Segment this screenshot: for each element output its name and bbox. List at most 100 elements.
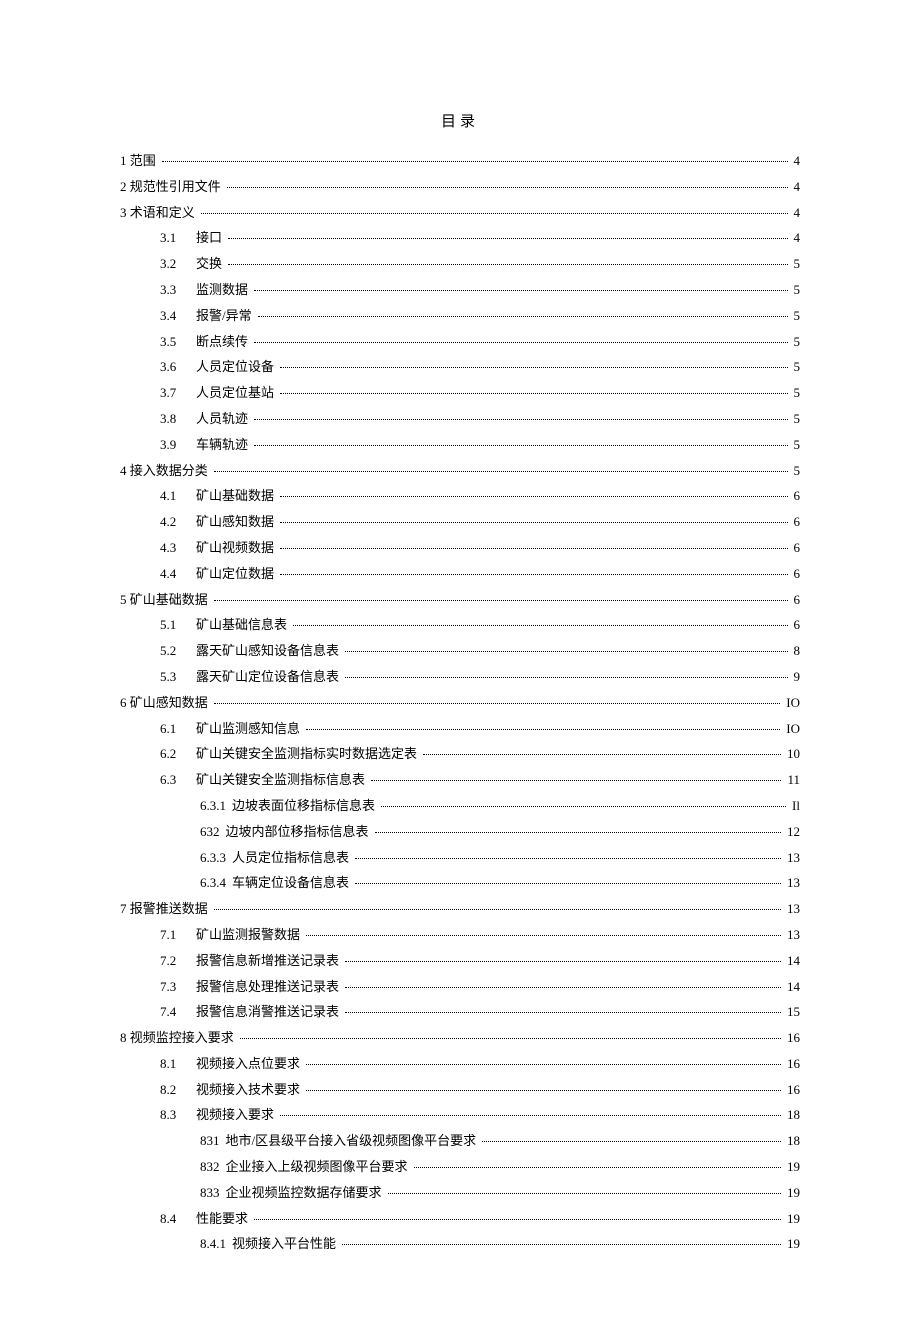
toc-leader-dots xyxy=(240,1026,781,1039)
toc-entry-label: 报警信息处理推送记录表 xyxy=(196,977,343,998)
toc-entry-label: 矿山关键安全监测指标实时数据选定表 xyxy=(196,744,421,765)
toc-entry-page: 5 xyxy=(790,357,801,378)
toc-entry-page: 12 xyxy=(783,822,800,843)
toc-entry: 3.1接口4 xyxy=(120,228,800,249)
toc-leader-dots xyxy=(162,149,788,162)
toc-entry-label: 视频接入技术要求 xyxy=(196,1080,304,1101)
toc-entry: 7 报警推送数据13 xyxy=(120,899,800,920)
toc-entry-label: 矿山视频数据 xyxy=(196,538,278,559)
toc-entry-label: 矿山关键安全监测指标信息表 xyxy=(196,770,369,791)
toc-leader-dots xyxy=(280,562,787,575)
toc-entry-page: 19 xyxy=(783,1157,800,1178)
toc-leader-dots xyxy=(423,743,781,756)
toc-entry-number: 3.1 xyxy=(160,228,196,249)
toc-entry-number: 8.4 xyxy=(160,1209,196,1230)
toc-entry-number: 3.6 xyxy=(160,357,196,378)
toc-entry-page: 4 xyxy=(790,151,801,172)
toc-entry-heading: 3 术语和定义 xyxy=(120,203,199,224)
toc-leader-dots xyxy=(214,459,788,472)
toc-entry: 4 接入数据分类 5 xyxy=(120,461,800,482)
toc-leader-dots xyxy=(254,1207,781,1220)
toc-entry-number: 7.3 xyxy=(160,977,196,998)
toc-entry-label: 露天矿山感知设备信息表 xyxy=(196,641,343,662)
toc-leader-dots xyxy=(345,949,781,962)
toc-entry-number: 8.3 xyxy=(160,1105,196,1126)
toc-entry: 4.1矿山基础数据6 xyxy=(120,486,800,507)
toc-entry-page: 16 xyxy=(783,1028,800,1049)
toc-entry: 8.4性能要求19 xyxy=(120,1209,800,1230)
toc-leader-dots xyxy=(227,175,788,188)
toc-entry: 833企业视频监控数据存储要求19 xyxy=(120,1183,800,1204)
document-page: 目录 1 范围42 规范性引用文件43 术语和定义43.1接口43.2交换53.… xyxy=(0,0,920,1320)
toc-leader-dots xyxy=(201,201,788,214)
toc-entry-page: IO xyxy=(782,693,800,714)
toc-entry-page: 14 xyxy=(783,951,800,972)
toc-entry-number: 3.7 xyxy=(160,383,196,404)
toc-entry-label: 人员定位基站 xyxy=(196,383,278,404)
toc-entry-heading: 4 接入数据分类 xyxy=(120,461,212,482)
toc-entry-number: 6.1 xyxy=(160,719,196,740)
toc-entry-page: 5 xyxy=(790,254,801,275)
toc-entry-number: 8.4.1 xyxy=(200,1234,232,1255)
toc-entry-page: 6 xyxy=(790,590,801,611)
toc-leader-dots xyxy=(254,278,787,291)
toc-entry: 8.3视频接入要求18 xyxy=(120,1105,800,1126)
toc-entry: 8 视频监控接入要求 16 xyxy=(120,1028,800,1049)
toc-leader-dots xyxy=(214,691,781,704)
toc-entry-number: 6.3 xyxy=(160,770,196,791)
toc-entry-heading: 1 范围 xyxy=(120,151,160,172)
toc-entry-label: 监测数据 xyxy=(196,280,252,301)
toc-entry-number: 832 xyxy=(200,1157,226,1178)
toc-leader-dots xyxy=(345,665,787,678)
toc-entry-label: 车辆轨迹 xyxy=(196,435,252,456)
toc-entry: 7.3报警信息处理推送记录表14 xyxy=(120,977,800,998)
toc-entry-number: 7.4 xyxy=(160,1002,196,1023)
toc-entry-label: 矿山定位数据 xyxy=(196,564,278,585)
toc-entry: 6.1矿山监测感知信息IO xyxy=(120,719,800,740)
toc-entry-page: 5 xyxy=(790,383,801,404)
toc-entry-number: 6.3.3 xyxy=(200,848,232,869)
toc-entry-page: 4 xyxy=(790,177,801,198)
toc-entry-page: 15 xyxy=(783,1002,800,1023)
toc-entry-label: 矿山监测感知信息 xyxy=(196,719,304,740)
toc-entry-page: 6 xyxy=(790,538,801,559)
toc-entry-number: 6.3.1 xyxy=(200,796,232,817)
toc-leader-dots xyxy=(388,1181,781,1194)
toc-entry-heading: 8 视频监控接入要求 xyxy=(120,1028,238,1049)
toc-entry: 6.3.1边坡表面位移指标信息表 Il xyxy=(120,796,800,817)
toc-entry-number: 8.1 xyxy=(160,1054,196,1075)
toc-leader-dots xyxy=(280,510,787,523)
toc-entry-label: 报警信息消警推送记录表 xyxy=(196,1002,343,1023)
toc-entry-number: 3.3 xyxy=(160,280,196,301)
toc-entry-page: 8 xyxy=(790,641,801,662)
toc-entry-number: 3.2 xyxy=(160,254,196,275)
toc-entry: 6.3.4车辆定位设备信息表13 xyxy=(120,873,800,894)
toc-entry-number: 7.2 xyxy=(160,951,196,972)
toc-entry-page: 9 xyxy=(790,667,801,688)
toc-leader-dots xyxy=(280,485,787,498)
toc-entry: 5.1矿山基础信息表6 xyxy=(120,615,800,636)
toc-leader-dots xyxy=(254,433,787,446)
toc-entry: 3.8人员轨迹5 xyxy=(120,409,800,430)
toc-entry-page: 6 xyxy=(790,615,801,636)
toc-entry: 632边坡内部位移指标信息表12 xyxy=(120,822,800,843)
toc-entry: 6.3.3人员定位指标信息表13 xyxy=(120,848,800,869)
toc-entry-number: 5.3 xyxy=(160,667,196,688)
toc-entry: 6.3矿山关键安全监测指标信息表11 xyxy=(120,770,800,791)
toc-entry-label: 视频接入点位要求 xyxy=(196,1054,304,1075)
toc-entry-page: 5 xyxy=(790,461,801,482)
toc-entry-label: 边坡表面位移指标信息表 xyxy=(232,796,379,817)
toc-leader-dots xyxy=(293,614,787,627)
toc-entry-label: 视频接入要求 xyxy=(196,1105,278,1126)
toc-entry: 6 矿山感知数据 IO xyxy=(120,693,800,714)
toc-leader-dots xyxy=(228,227,787,240)
toc-entry-page: 6 xyxy=(790,486,801,507)
toc-entry-number: 5.2 xyxy=(160,641,196,662)
toc-entry-page: 13 xyxy=(783,899,800,920)
toc-entry-label: 企业视频监控数据存储要求 xyxy=(226,1183,386,1204)
toc-entry-label: 矿山基础数据 xyxy=(196,486,278,507)
toc-entry-page: Il xyxy=(788,796,800,817)
toc-entry-heading: 6 矿山感知数据 xyxy=(120,693,212,714)
toc-entry-page: 13 xyxy=(783,848,800,869)
toc-leader-dots xyxy=(214,897,781,910)
